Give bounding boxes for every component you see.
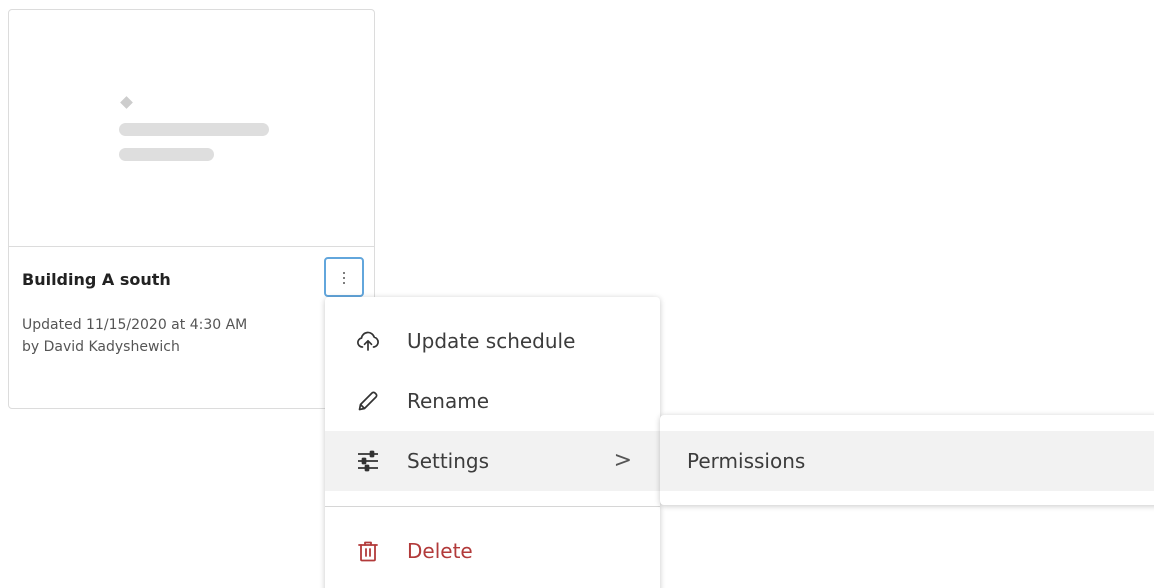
- menu-item-label: Rename: [407, 389, 490, 413]
- menu-item-settings[interactable]: Settings >: [325, 431, 660, 491]
- cloud-upload-icon: [357, 331, 379, 351]
- more-options-button[interactable]: [324, 257, 364, 297]
- card-title[interactable]: Building A south: [22, 270, 171, 289]
- card-thumbnail: [9, 10, 374, 247]
- pencil-icon: [358, 391, 378, 411]
- placeholder-diamond-icon: [120, 96, 133, 109]
- context-menu: Update schedule Rename Settings > Delete: [325, 297, 660, 588]
- card-updated-text: Updated 11/15/2020 at 4:30 AM: [22, 317, 248, 333]
- settings-submenu: Permissions: [660, 415, 1154, 505]
- chevron-right-icon: >: [613, 448, 632, 473]
- menu-item-label: Settings: [407, 449, 490, 473]
- menu-item-label: Delete: [407, 539, 473, 563]
- menu-item-update-schedule[interactable]: Update schedule: [325, 311, 660, 371]
- card-meta: Updated 11/15/2020 at 4:30 AM by David K…: [22, 314, 247, 358]
- submenu-item-label: Permissions: [687, 449, 806, 473]
- page: Building A south Updated 11/15/2020 at 4…: [0, 0, 1154, 588]
- sliders-icon: [358, 450, 378, 472]
- trash-icon: [358, 541, 378, 562]
- placeholder-line: [119, 123, 269, 136]
- placeholder-line: [119, 148, 214, 161]
- menu-divider: [325, 506, 660, 507]
- menu-item-rename[interactable]: Rename: [325, 371, 660, 431]
- menu-item-label: Update schedule: [407, 329, 576, 353]
- schedule-card[interactable]: Building A south Updated 11/15/2020 at 4…: [8, 9, 375, 409]
- menu-item-delete[interactable]: Delete: [325, 521, 660, 581]
- card-author-text: by David Kadyshewich: [22, 339, 180, 355]
- submenu-item-permissions[interactable]: Permissions: [660, 431, 1154, 491]
